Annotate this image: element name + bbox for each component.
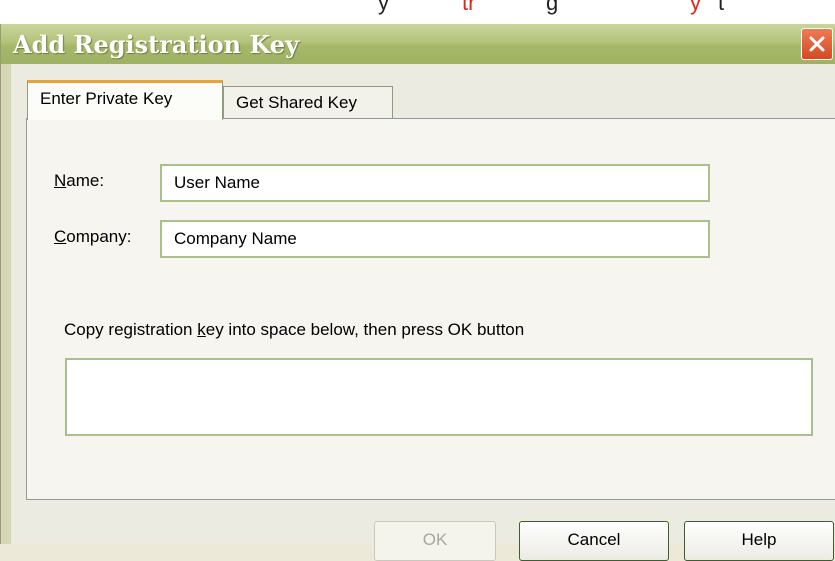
close-icon xyxy=(809,36,825,52)
background-text-fragment: g xyxy=(546,0,559,15)
background-text-fragment: y xyxy=(690,0,701,15)
instruction-text-end: ey into space below, then press OK butto… xyxy=(205,320,525,339)
instruction-text: Copy registration key into space below, … xyxy=(64,320,524,340)
instruction-text-start: Copy registration xyxy=(64,320,198,339)
background-page-strip: y tr g y t xyxy=(0,0,835,24)
company-label-text: ompany: xyxy=(66,227,132,246)
window-title: Add Registration Key xyxy=(13,30,300,59)
tab-get-shared-key[interactable]: Get Shared Key xyxy=(223,86,393,118)
help-button[interactable]: Help xyxy=(684,521,834,561)
tab-label: Enter Private Key xyxy=(40,89,173,108)
registration-key-input[interactable] xyxy=(65,358,813,436)
dialog-window: Add Registration Key Enter Private Key G… xyxy=(0,24,835,561)
background-text-fragment: tr xyxy=(462,0,476,15)
dialog-client-area: Enter Private Key Get Shared Key Name: U… xyxy=(11,64,835,561)
cancel-button[interactable]: Cancel xyxy=(519,521,669,561)
company-label-accesskey: C xyxy=(54,227,67,246)
instruction-accesskey: k xyxy=(197,320,206,339)
title-bar[interactable]: Add Registration Key xyxy=(1,24,835,64)
close-button[interactable] xyxy=(801,28,833,60)
company-label: Company: xyxy=(54,227,131,247)
ok-button[interactable]: OK xyxy=(374,521,496,561)
name-label-text: ame: xyxy=(66,171,105,190)
tab-enter-private-key[interactable]: Enter Private Key xyxy=(27,80,223,120)
company-field[interactable]: Company Name xyxy=(160,220,710,258)
background-text-fragment: t xyxy=(718,0,725,15)
background-text-fragment: y xyxy=(378,0,389,15)
name-label-accesskey: N xyxy=(54,171,67,190)
name-field[interactable]: User Name xyxy=(160,164,710,202)
tab-label: Get Shared Key xyxy=(236,93,357,112)
tab-panel: Name: User Name Company: Company Name Co… xyxy=(26,118,835,500)
name-label: Name: xyxy=(54,171,104,191)
